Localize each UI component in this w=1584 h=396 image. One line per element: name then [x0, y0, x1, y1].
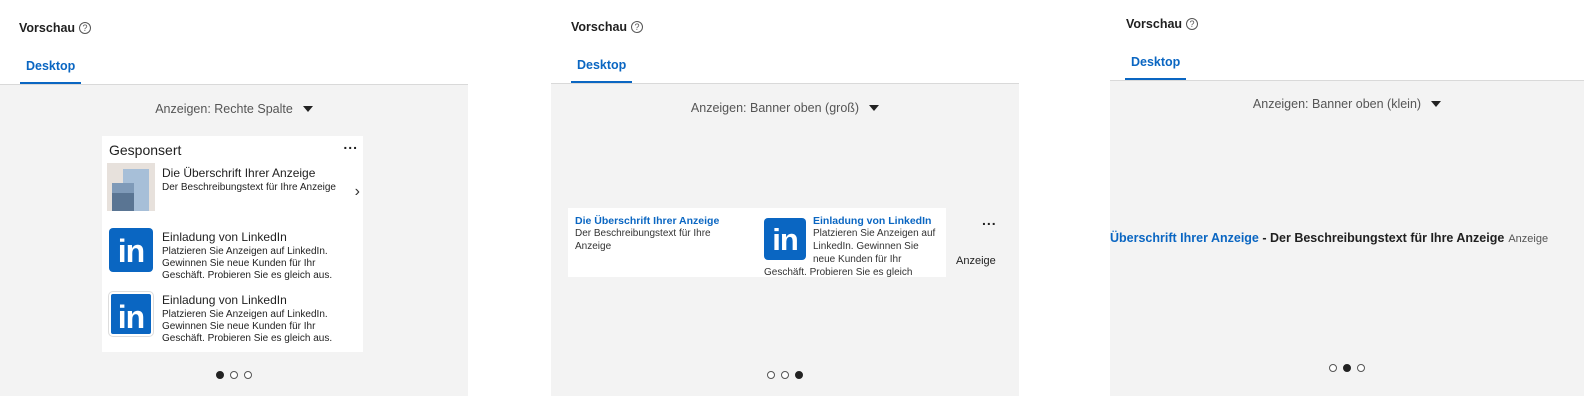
help-icon[interactable]: ? — [631, 21, 644, 33]
list-item-text: Platzieren Sie Anzeigen auf LinkedIn. Ge… — [162, 246, 333, 281]
caret-down-icon — [302, 106, 313, 112]
preview-stage: Anzeigen: Banner oben (klein) Überschrif… — [1110, 81, 1584, 396]
ad-format-dropdown[interactable]: Anzeigen: Banner oben (klein) — [1110, 97, 1584, 111]
carousel-dot[interactable] — [230, 371, 238, 379]
caret-down-icon — [869, 105, 880, 111]
linkedin-logo-icon: in — [764, 218, 806, 260]
next-arrow-icon[interactable]: › — [355, 183, 360, 201]
list-item-title: Einladung von LinkedIn — [162, 230, 287, 244]
ad-headline: Die Überschrift Ihrer Anzeige — [575, 215, 720, 227]
ad-format-dropdown[interactable]: Anzeigen: Banner oben (groß) — [551, 101, 1019, 115]
carousel-dot[interactable] — [781, 371, 789, 379]
list-item-title: Einladung von LinkedIn — [162, 293, 287, 307]
ad-format-dropdown[interactable]: Anzeigen: Rechte Spalte — [0, 102, 468, 116]
ad-headline[interactable]: Überschrift Ihrer Anzeige — [1110, 231, 1259, 245]
small-banner-ad: Überschrift Ihrer Anzeige - Der Beschrei… — [1110, 231, 1548, 245]
carousel-dot[interactable] — [216, 371, 224, 379]
tab-bar: Desktop — [1110, 55, 1584, 81]
ad-format-label: Anzeigen: Banner oben (klein) — [1252, 97, 1422, 111]
carousel-dot[interactable] — [244, 371, 252, 379]
carousel-dots — [0, 371, 468, 379]
ad-label: Anzeige — [1508, 233, 1549, 245]
ad-format-label: Anzeigen: Rechte Spalte — [155, 102, 293, 116]
more-options-icon[interactable]: ... — [982, 212, 997, 228]
carousel-dot[interactable] — [1343, 364, 1351, 372]
tab-desktop[interactable]: Desktop — [20, 59, 82, 84]
list-item-text: Platzieren Sie Anzeigen auf LinkedIn. Ge… — [162, 309, 333, 344]
large-banner-ad: Die Überschrift Ihrer Anzeige Der Beschr… — [568, 208, 946, 277]
preview-panel-right-column: Vorschau ? Desktop Anzeigen: Rechte Spal… — [0, 0, 468, 396]
ad-format-label: Anzeigen: Banner oben (groß) — [690, 101, 860, 115]
ad-description: Der Beschreibungstext für Ihre Anzeige — [575, 228, 711, 252]
thumbnail-shape — [112, 193, 134, 211]
preview-header: Vorschau ? — [1126, 17, 1199, 31]
invite-text-continued: Geschäft. Probieren Sie es gleich — [764, 267, 913, 277]
carousel-dots — [551, 371, 1019, 379]
ad-description: Der Beschreibungstext für Ihre Anzeige — [1270, 231, 1505, 245]
preview-stage: Anzeigen: Rechte Spalte Gesponsert ... D… — [0, 85, 468, 396]
preview-stage: Anzeigen: Banner oben (groß) Die Übersch… — [551, 84, 1019, 396]
help-icon[interactable]: ? — [1186, 18, 1199, 30]
preview-title: Vorschau — [1126, 17, 1183, 31]
carousel-dot[interactable] — [767, 371, 775, 379]
preview-panel-banner-small: Vorschau ? Desktop Anzeigen: Banner oben… — [1110, 0, 1584, 396]
ad-headline: Die Überschrift Ihrer Anzeige — [162, 166, 316, 180]
invite-text: Platzieren Sie Anzeigen auf LinkedIn. Ge… — [813, 228, 936, 265]
tab-bar: Desktop — [551, 58, 1019, 84]
preview-header: Vorschau ? — [571, 20, 644, 34]
help-icon[interactable]: ? — [79, 22, 92, 34]
carousel-dot[interactable] — [1357, 364, 1365, 372]
tab-desktop[interactable]: Desktop — [571, 58, 633, 83]
carousel-dot[interactable] — [1329, 364, 1337, 372]
preview-panel-banner-large: Vorschau ? Desktop Anzeigen: Banner oben… — [551, 0, 1019, 396]
carousel-dots — [1110, 364, 1584, 372]
sponsored-label: Gesponsert — [109, 142, 182, 158]
preview-title: Vorschau — [19, 21, 76, 35]
ad-label: Anzeige — [956, 255, 996, 267]
linkedin-logo-icon: in — [109, 228, 153, 272]
separator-dash: - — [1258, 231, 1270, 245]
preview-header: Vorschau ? — [19, 21, 92, 35]
caret-down-icon — [1431, 101, 1442, 107]
preview-title: Vorschau — [571, 20, 628, 34]
carousel-dot[interactable] — [795, 371, 803, 379]
right-column-ad-card: Gesponsert ... Die Überschrift Ihrer Anz… — [102, 136, 363, 352]
linkedin-logo-icon: in — [109, 292, 153, 336]
ad-description: Der Beschreibungstext für Ihre Anzeige — [162, 182, 336, 193]
tab-bar: Desktop — [0, 59, 468, 85]
tab-desktop[interactable]: Desktop — [1125, 55, 1187, 80]
invite-title: Einladung von LinkedIn — [813, 215, 932, 227]
more-options-icon[interactable]: ... — [343, 136, 358, 152]
ad-image-thumbnail — [107, 163, 155, 211]
